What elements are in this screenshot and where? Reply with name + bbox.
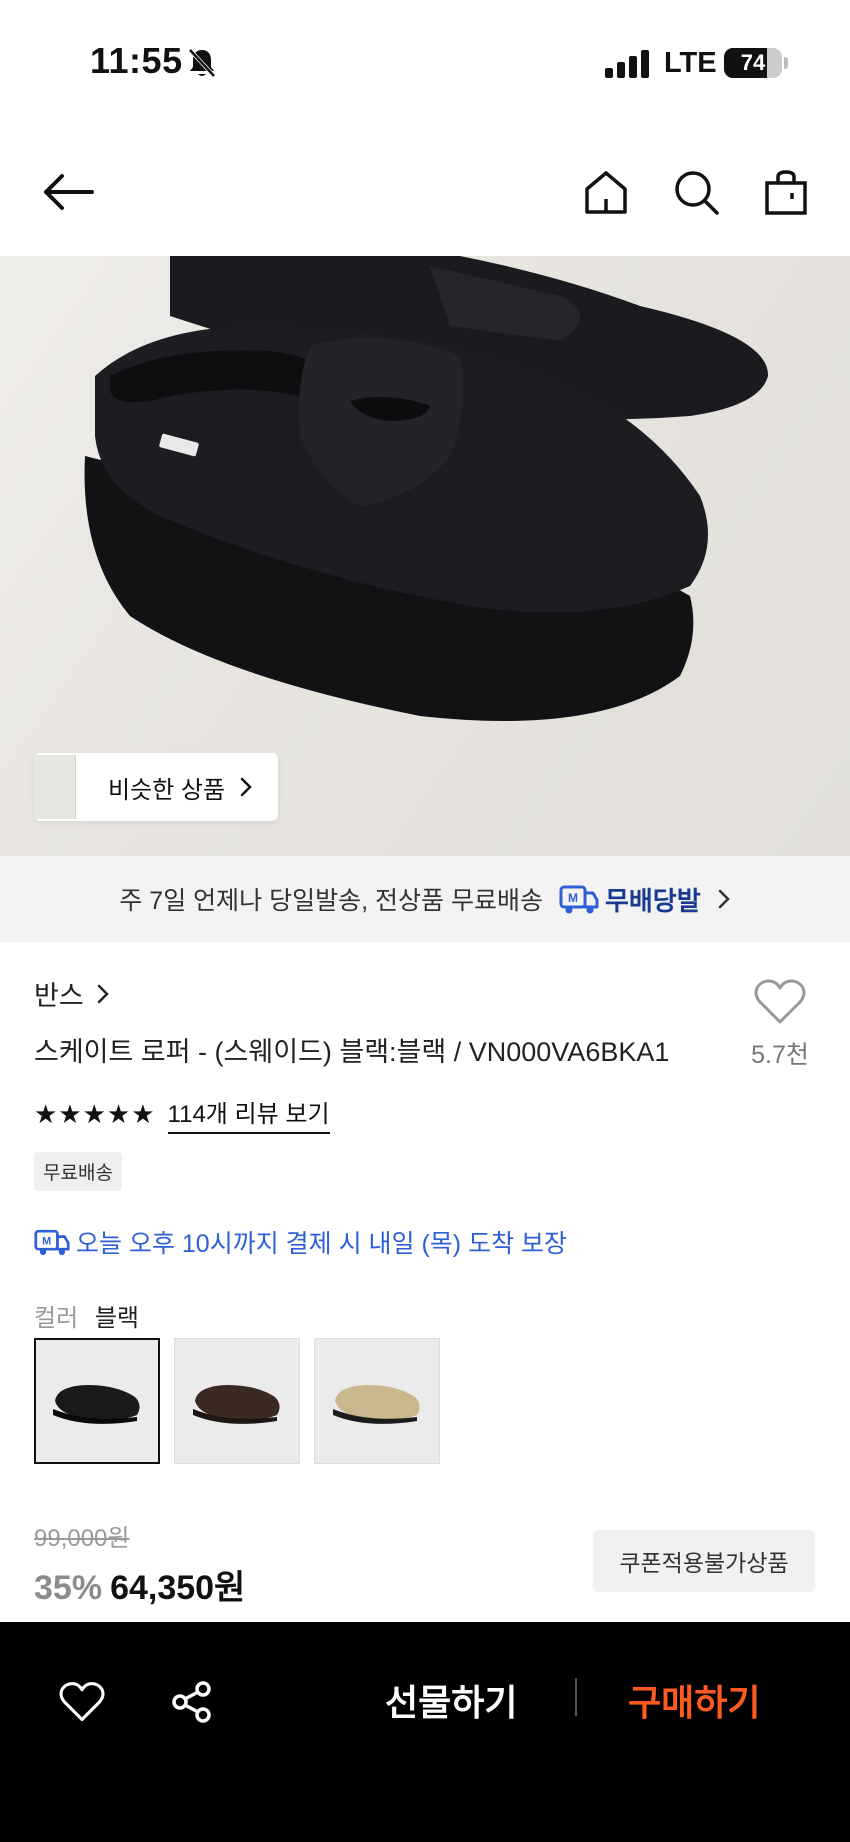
similar-label: 비슷한 상품	[108, 776, 226, 804]
chevron-right-icon	[240, 777, 252, 797]
coupon-tag: 쿠폰적용불가상품	[593, 1530, 815, 1592]
search-button[interactable]	[666, 162, 726, 222]
rating-row: ★★★★★ 114개 리뷰 보기	[34, 1094, 330, 1134]
bottom-action-bar: 선물하기 구매하기	[0, 1622, 850, 1842]
swatch-shoe	[193, 1385, 280, 1424]
delivery-truck-icon: M	[559, 885, 599, 914]
product-image[interactable]: 비슷한 상품	[0, 256, 850, 856]
swatch-shoe	[53, 1385, 140, 1424]
chevron-right-icon	[718, 889, 730, 909]
divider	[575, 1678, 577, 1716]
similar-thumbnails	[34, 753, 80, 821]
swatch-black[interactable]	[34, 1338, 160, 1464]
swatch-beige[interactable]	[314, 1338, 440, 1464]
cart-button[interactable]	[756, 162, 816, 222]
price-row: 35% 64,350원	[34, 1560, 245, 1609]
original-price: 99,000원	[34, 1525, 130, 1552]
review-link[interactable]: 114개 리뷰 보기	[167, 1094, 330, 1134]
buy-button[interactable]: 구매하기	[628, 1674, 760, 1726]
chevron-right-icon	[97, 984, 109, 1003]
share-icon	[172, 1681, 211, 1723]
banner-brand: 무배당발	[604, 885, 701, 916]
home-button[interactable]	[576, 162, 636, 222]
share-button[interactable]	[162, 1672, 222, 1732]
delivery-truck-icon: M	[34, 1229, 70, 1256]
color-row: 컬러 블랙	[34, 1298, 139, 1333]
battery-tip	[784, 57, 788, 69]
arrow-left-icon	[44, 174, 94, 210]
color-swatches	[34, 1338, 440, 1464]
svg-text:M: M	[568, 891, 578, 905]
swatch-shoe	[333, 1385, 420, 1424]
signal-icon	[605, 50, 649, 78]
delivery-guarantee: M 오늘 오후 10시까지 결제 시 내일 (목) 도착 보장	[34, 1224, 567, 1260]
like-button[interactable]: 5.7천	[744, 978, 816, 1071]
top-nav	[0, 148, 850, 238]
battery-icon: 74	[724, 48, 782, 78]
free-shipping-tag: 무료배송	[34, 1152, 122, 1191]
shopping-bag-icon	[765, 170, 807, 215]
delivery-text: 오늘 오후 10시까지 결제 시 내일 (목) 도착 보장	[76, 1230, 568, 1258]
status-time: 11:55	[90, 40, 183, 81]
wishlist-button[interactable]	[52, 1672, 112, 1732]
color-value: 블랙	[94, 1305, 140, 1332]
heart-icon	[754, 979, 806, 1024]
network-type: LTE	[664, 47, 717, 79]
banner-text: 주 7일 언제나 당일발송, 전상품 무료배송	[119, 887, 543, 915]
similar-products-button[interactable]: 비슷한 상품	[34, 753, 278, 821]
status-bar: 11:55 LTE 74	[0, 0, 850, 110]
similar-thumb	[52, 755, 76, 819]
back-button[interactable]	[38, 162, 98, 222]
color-label: 컬러	[34, 1305, 79, 1332]
svg-text:M: M	[42, 1236, 51, 1248]
swatch-brown[interactable]	[174, 1338, 300, 1464]
home-icon	[585, 171, 627, 214]
battery-level: 74	[740, 50, 766, 75]
search-icon	[675, 171, 719, 215]
gift-button[interactable]: 선물하기	[385, 1674, 517, 1726]
sale-price: 64,350원	[110, 1569, 246, 1607]
rating-stars: ★★★★★	[34, 1098, 156, 1129]
brand-name: 반스	[34, 981, 84, 1011]
brand-link[interactable]: 반스	[34, 974, 110, 1013]
discount-rate: 35%	[34, 1569, 103, 1607]
heart-icon	[59, 1682, 105, 1722]
product-title: 스케이트 로퍼 - (스웨이드) 블랙:블랙 / VN000VA6BKA1	[34, 1037, 670, 1067]
delivery-banner[interactable]: 주 7일 언제나 당일발송, 전상품 무료배송 M 무배당발	[0, 856, 850, 942]
like-count: 5.7천	[751, 1041, 809, 1069]
bell-off-icon	[188, 48, 216, 78]
